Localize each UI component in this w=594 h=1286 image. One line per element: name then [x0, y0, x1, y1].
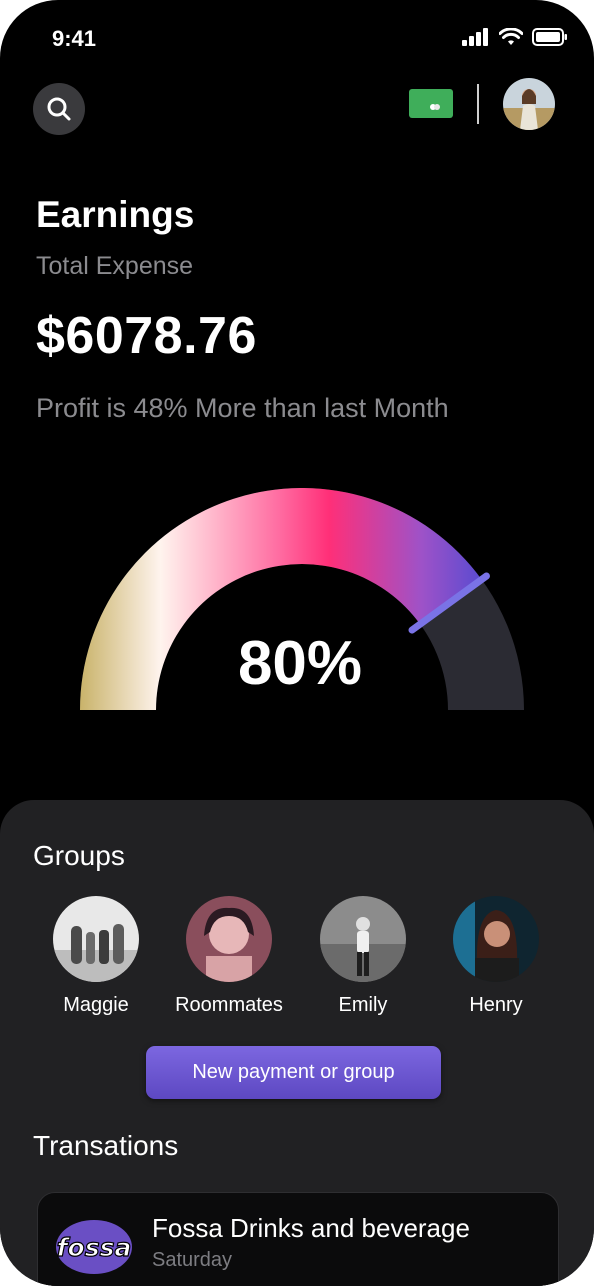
gauge-percent: 80% [237, 629, 363, 698]
status-time: 9:41 [52, 26, 97, 51]
profit-text: Profit is 48% More than last Month [36, 393, 449, 423]
transaction-name: Fossa Drinks and beverage [152, 1213, 470, 1243]
group-item[interactable]: Roommates [164, 896, 294, 1017]
credit-card-icon[interactable] [409, 89, 453, 118]
transaction-item[interactable]: fossa Fossa Drinks and beverage Saturday [37, 1192, 559, 1286]
group-item[interactable]: Maggie [31, 896, 161, 1017]
user-avatar[interactable] [503, 78, 555, 130]
phone-screen: 9:41 Earnings Total Expense $6078.76 Pro… [0, 0, 594, 1286]
header-divider [477, 84, 479, 124]
fossa-logo-text: fossa [57, 1233, 132, 1262]
transactions-heading: Transations [33, 1130, 179, 1161]
new-payment-button[interactable]: New payment or group [146, 1046, 441, 1099]
group-name: Emily [338, 994, 388, 1016]
group-item[interactable]: Henry [431, 896, 561, 1017]
status-icons [462, 28, 568, 46]
fossa-logo: fossa [56, 1220, 132, 1274]
group-avatar [53, 896, 139, 982]
earnings-subtitle: Total Expense [36, 252, 194, 280]
groups-heading: Groups [33, 840, 125, 871]
transaction-day: Saturday [152, 1249, 233, 1271]
signal-icon [462, 28, 488, 46]
group-avatar [453, 896, 539, 982]
wifi-icon [499, 28, 523, 45]
group-item[interactable]: Emily [298, 896, 428, 1017]
group-name: Maggie [63, 994, 129, 1016]
earnings-amount: $6078.76 [36, 307, 257, 365]
search-button[interactable] [33, 83, 85, 135]
battery-icon [532, 28, 567, 46]
group-name: Roommates [175, 994, 283, 1016]
search-icon [47, 97, 71, 121]
page-title: Earnings [36, 194, 195, 235]
group-avatar [186, 896, 272, 982]
group-name: Henry [469, 994, 523, 1016]
group-avatar [320, 896, 406, 982]
